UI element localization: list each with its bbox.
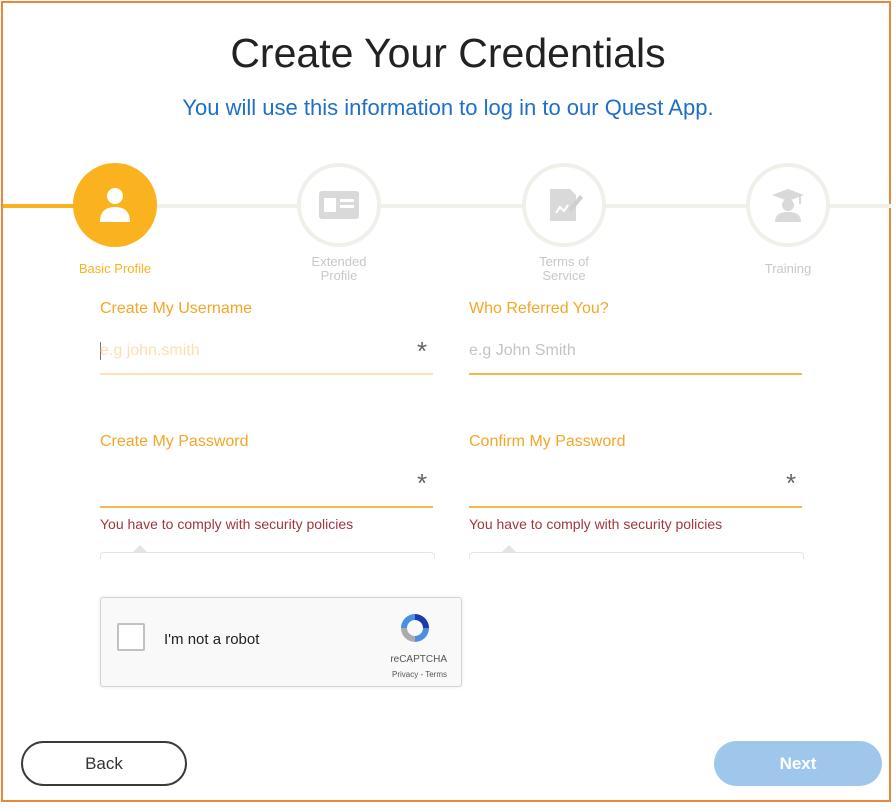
step-basic-profile[interactable]: [73, 163, 157, 247]
page-subtitle: You will use this information to log in …: [182, 95, 714, 120]
recaptcha-checkbox[interactable]: [117, 623, 145, 651]
required-asterisk: *: [417, 336, 428, 366]
step-extended-profile[interactable]: [297, 163, 381, 247]
username-label: Create My Username: [100, 300, 253, 317]
password-policy-tooltip: [100, 545, 435, 559]
step-terms-of-service[interactable]: [522, 163, 606, 247]
back-button[interactable]: Back: [21, 741, 187, 786]
confirm-password-input[interactable]: *: [469, 462, 802, 506]
username-underline: [100, 373, 433, 375]
step-label-terms-of-service: Terms of Service: [539, 254, 589, 283]
step-training[interactable]: [746, 163, 830, 247]
document-sign-icon: [550, 189, 583, 221]
referrer-label: Who Referred You?: [469, 300, 609, 317]
next-button[interactable]: Next: [714, 741, 882, 786]
recaptcha-widget: I'm not a robot reCAPTCHA Privacy - Term…: [100, 597, 462, 687]
referrer-underline: [469, 373, 802, 375]
password-error: You have to comply with security policie…: [100, 516, 354, 532]
confirm-password-error: You have to comply with security policie…: [469, 516, 723, 532]
password-input[interactable]: *: [100, 462, 433, 506]
referrer-input[interactable]: e.g John Smith: [469, 330, 802, 374]
step-label-basic-profile: Basic Profile: [78, 261, 152, 276]
username-placeholder: e.g john.smith: [100, 342, 200, 359]
confirm-password-policy-tooltip: [469, 545, 804, 559]
password-label: Create My Password: [100, 433, 249, 450]
graduation-cap-icon: [772, 189, 804, 222]
password-underline: [100, 506, 433, 508]
page-title: Create Your Credentials: [230, 30, 666, 76]
user-icon: [100, 188, 130, 222]
id-card-icon: [319, 191, 359, 219]
step-label-training: Training: [764, 261, 812, 276]
recaptcha-logo-icon: [401, 614, 429, 642]
username-input[interactable]: e.g john.smith *: [100, 330, 433, 374]
required-asterisk: *: [417, 468, 428, 498]
referrer-placeholder: e.g John Smith: [469, 342, 576, 359]
required-asterisk: *: [786, 468, 797, 498]
progress-track-completed: [3, 204, 75, 208]
recaptcha-privacy-terms-link[interactable]: Privacy - Terms: [392, 670, 447, 679]
confirm-password-underline: [469, 506, 802, 508]
step-label-extended-profile: Extended Profile: [311, 254, 367, 283]
recaptcha-label: I'm not a robot: [164, 631, 260, 648]
confirm-password-label: Confirm My Password: [469, 433, 626, 450]
recaptcha-brand: reCAPTCHA: [390, 654, 447, 665]
